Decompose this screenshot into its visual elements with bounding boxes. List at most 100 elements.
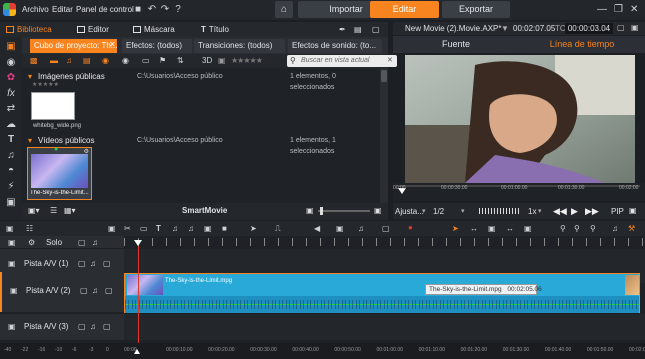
list-view-icon[interactable]: ☰ xyxy=(50,206,57,216)
ratio-dropdown[interactable]: 1/2 xyxy=(433,207,444,216)
shuttle-wheel[interactable] xyxy=(479,208,519,214)
timecode-field[interactable]: 00:00:03.04 xyxy=(565,23,613,34)
tab-biblioteca[interactable]: Biblioteca xyxy=(6,24,52,36)
magnet-icon[interactable]: ⎍ xyxy=(275,224,281,234)
speed-dropdown[interactable]: 1x xyxy=(528,207,536,216)
track-name[interactable]: Pista A/V (1) xyxy=(24,259,68,268)
track-name[interactable]: Pista A/V (3) xyxy=(24,322,68,331)
tab-sound-effects[interactable]: Efectos de sonido: (to... xyxy=(288,39,382,53)
panel-maximize-icon[interactable]: ▣ xyxy=(631,23,639,32)
tab-titulo[interactable]: T Título xyxy=(201,24,229,36)
zoom-fit-icon[interactable]: ⚲ xyxy=(590,224,596,234)
fast-forward-icon[interactable]: ▶▶ xyxy=(585,206,599,217)
time-ruler[interactable]: 00:00 00:00:10.00 00:00:20.00 00:00:30.00 00… xyxy=(124,343,645,359)
lock-icon[interactable]: ▣ xyxy=(8,322,16,331)
filter-image-icon[interactable]: ▤ xyxy=(83,56,91,66)
track-lane-3[interactable] xyxy=(124,314,645,340)
library-scrollbar[interactable] xyxy=(380,68,388,203)
filter-audio-icon[interactable]: ♫ xyxy=(66,56,72,66)
restore-icon[interactable]: ❐ xyxy=(614,4,623,15)
record-marker-icon[interactable]: ● xyxy=(408,223,413,233)
lock-icon[interactable]: ▣ xyxy=(8,238,16,247)
screen-icon[interactable]: ▣ xyxy=(524,224,532,234)
thumbnail-whitebg[interactable] xyxy=(31,92,75,120)
panel-restore-icon[interactable]: ▢ xyxy=(617,23,625,32)
scissors-icon[interactable]: ✂ xyxy=(124,224,131,234)
pointer-tool-icon[interactable]: ➤ xyxy=(452,224,459,234)
rating-stars-icon[interactable]: ★★★★★ xyxy=(231,56,263,66)
collections-icon[interactable]: ◉ xyxy=(5,57,17,69)
add-media-icon[interactable]: ▣▾ xyxy=(28,206,40,216)
thumbnail-video-selected[interactable]: ● ⚙ The-Sky-is-the-Limit... xyxy=(27,146,92,200)
stereo-3d-icon[interactable]: 3D xyxy=(202,56,212,66)
mute-icon[interactable]: ▢ xyxy=(103,259,111,268)
pip-button[interactable]: PIP xyxy=(611,207,624,216)
tab-project-bin[interactable]: Cubo de proyecto: Th... xyxy=(30,39,117,53)
montage-icon[interactable]: ☁ xyxy=(5,119,17,131)
lock-icon[interactable]: ▣ xyxy=(6,224,14,234)
thumb-zoom-slider[interactable] xyxy=(318,207,370,215)
ripple-icon[interactable]: ↔ xyxy=(506,224,514,234)
undo-icon[interactable]: ↶ xyxy=(145,3,159,17)
volume-icon[interactable]: ♫ xyxy=(90,259,96,268)
project-bin-icon[interactable]: ▣ xyxy=(5,41,17,53)
lock-icon[interactable]: ▣ xyxy=(10,286,18,295)
monitor-icon[interactable]: ▢ xyxy=(78,238,86,247)
menu-archivo[interactable]: Archivo xyxy=(22,5,49,14)
slider-thumb[interactable] xyxy=(320,207,323,215)
collapse-arrow-icon[interactable]: ▾ xyxy=(28,135,32,146)
scrollbar-thumb[interactable] xyxy=(381,70,387,82)
home-button[interactable]: ⌂ xyxy=(275,1,293,18)
filter-all-icon[interactable]: ▩ xyxy=(30,56,38,66)
disc-menus-icon[interactable]: ◓ xyxy=(5,165,17,177)
group-header-videos[interactable]: ▾ Vídeos públicos C:\Usuarios\Acceso púb… xyxy=(22,135,380,155)
menu-panel-de-control[interactable]: Panel de control xyxy=(76,5,134,14)
sound-effects-icon[interactable]: ⚡ xyxy=(5,181,17,193)
dropdown-icon[interactable]: ▼ xyxy=(501,24,509,33)
monitor-icon[interactable]: ▢ xyxy=(78,322,86,331)
tag-filter-icon[interactable]: ▣ xyxy=(218,56,226,66)
audio-ducking-icon[interactable]: ■ xyxy=(222,224,227,234)
smartmovie-label[interactable]: SmartMovie xyxy=(182,206,227,215)
titles-icon[interactable]: T xyxy=(5,134,17,146)
effects-fx-icon[interactable]: fx xyxy=(5,88,17,100)
wrench-icon[interactable]: ⚒ xyxy=(628,224,635,234)
mode-editar-button[interactable]: Editar xyxy=(370,1,439,18)
cursor-icon[interactable]: ➤ xyxy=(250,224,257,234)
tag-icon[interactable]: ⚑ xyxy=(159,56,166,66)
panel-layout-icon[interactable]: ▤ xyxy=(354,24,362,36)
marker-icon[interactable]: ▣ xyxy=(204,224,212,234)
sort-icon[interactable]: ⇅ xyxy=(177,56,184,66)
tab-editor[interactable]: Editor xyxy=(77,24,109,36)
audio-icon[interactable]: ♫ xyxy=(5,150,17,162)
rewind-icon[interactable]: ◀◀ xyxy=(553,206,567,217)
zoom-in-icon[interactable]: ▣ xyxy=(374,206,382,215)
zoom-in-icon[interactable]: ⚲ xyxy=(574,224,580,234)
view-icon[interactable]: ◉ xyxy=(122,56,129,66)
timeline-clip[interactable]: The-Sky-is-the-Limit.mpg The-Sky-is-the-… xyxy=(124,273,640,313)
group-header-images[interactable]: ▾ Imágenes públicas C:\Usuarios\Acceso p… xyxy=(22,71,380,91)
storyboard-icon[interactable]: ☷ xyxy=(26,224,33,234)
save-icon[interactable]: ■ xyxy=(131,3,145,17)
trim-icon[interactable]: ◀ xyxy=(314,224,320,234)
menu-editar[interactable]: Editar xyxy=(52,5,73,14)
tab-fuente[interactable]: Fuente xyxy=(393,36,519,53)
fit-dropdown[interactable]: Ajusta... xyxy=(395,207,424,216)
volume-icon[interactable]: ♫ xyxy=(90,322,96,331)
item-menu-icon[interactable]: ⚙ xyxy=(84,148,89,155)
transitions-icon[interactable]: ⇄ xyxy=(5,103,17,115)
mode-exportar-button[interactable]: Exportar xyxy=(442,1,510,18)
tab-linea-de-tiempo[interactable]: Línea de tiempo xyxy=(519,36,645,53)
smart-icon[interactable]: ▣ xyxy=(5,197,17,209)
pin-icon[interactable]: ✒ xyxy=(339,24,346,36)
filter-video-icon[interactable]: ▬ xyxy=(50,56,58,66)
add-track-icon[interactable]: ▣ xyxy=(108,224,116,234)
scorefitter-icon[interactable]: ♫ xyxy=(172,224,178,234)
playhead-bottom-handle[interactable] xyxy=(134,349,140,354)
redo-icon[interactable]: ↷ xyxy=(158,3,172,17)
snap-icon[interactable]: ▢ xyxy=(382,224,390,234)
fullscreen-icon[interactable]: ▣ xyxy=(629,206,637,215)
zoom-out-icon[interactable]: ⚲ xyxy=(560,224,566,234)
tab-effects[interactable]: Efectos: (todos) xyxy=(122,39,192,53)
voiceover-icon[interactable]: ♫ xyxy=(188,224,194,234)
